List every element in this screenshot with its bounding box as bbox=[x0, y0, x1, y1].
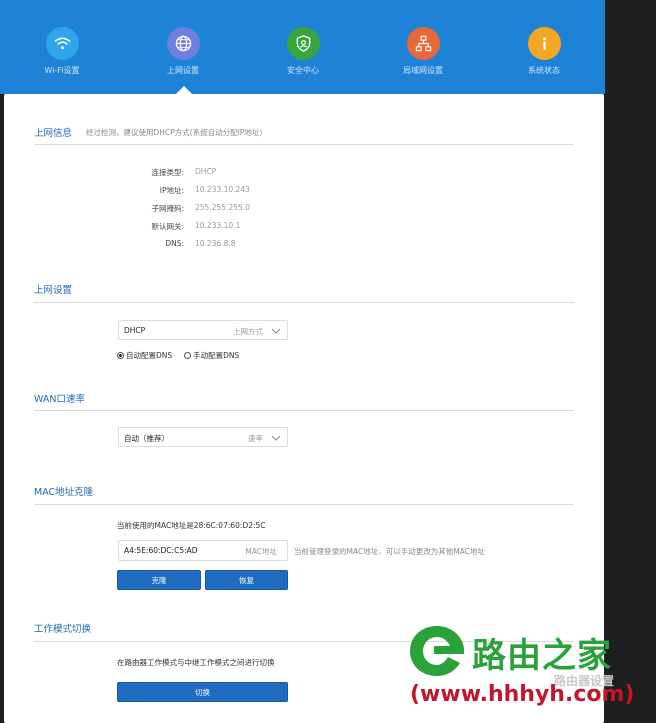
watermark-logo: 路由之家 路由器设置 (www.hhhyh.com) bbox=[404, 620, 656, 723]
info-value-dns: 10.236.8.8 bbox=[195, 239, 236, 248]
nav-item-security-center[interactable]: 安全中心 bbox=[258, 27, 348, 76]
mac-address-value: A4:5E:60:DC:C5:AD bbox=[124, 546, 198, 555]
info-label-dns: DNS: bbox=[165, 239, 184, 248]
chevron-down-icon bbox=[271, 435, 281, 441]
nav-item-system-status[interactable]: 系统状态 bbox=[499, 27, 589, 76]
dns-mode-group: 自动配置DNS 手动配置DNS bbox=[117, 350, 251, 361]
nav-label-lan: 局域网设置 bbox=[403, 66, 443, 75]
nav-label-security: 安全中心 bbox=[287, 66, 319, 75]
brand-logo-icon bbox=[410, 626, 464, 676]
nav-label-status: 系统状态 bbox=[528, 66, 560, 75]
wan-rate-select[interactable]: 自动（推荐） 速率 bbox=[118, 427, 288, 447]
dns-auto-label: 自动配置DNS bbox=[126, 351, 173, 360]
nav-item-internet-settings[interactable]: 上网设置 bbox=[138, 27, 228, 76]
work-mode-text: 在路由器工作模式与中继工作模式之间进行切换 bbox=[117, 658, 275, 667]
mac-address-hint: MAC地址 bbox=[245, 547, 277, 556]
globe-icon bbox=[166, 27, 200, 60]
wan-rate-hint: 速率 bbox=[248, 434, 263, 443]
info-value-ip: 10.233.10.243 bbox=[195, 185, 250, 194]
info-value-gateway: 10.233.10.1 bbox=[195, 221, 241, 230]
section-title-internet-info: 上网信息 bbox=[34, 128, 73, 139]
section-title-work-mode: 工作模式切换 bbox=[34, 624, 92, 635]
nav-label-wifi: Wi-Fi设置 bbox=[44, 66, 80, 75]
current-mac-text: 当前使用的MAC地址是28:6C:07:60:D2:5C bbox=[117, 521, 266, 530]
dns-auto-radio[interactable] bbox=[117, 352, 124, 359]
section-title-mac-clone: MAC地址克隆 bbox=[34, 487, 94, 498]
divider bbox=[34, 144, 574, 145]
dns-manual-radio[interactable] bbox=[184, 352, 192, 359]
divider bbox=[34, 410, 574, 411]
wifi-icon bbox=[45, 27, 79, 60]
network-icon bbox=[406, 27, 440, 60]
watermark-brand: 路由之家 bbox=[472, 636, 612, 676]
info-label-gateway: 默认网关: bbox=[151, 222, 184, 231]
mac-address-input[interactable]: A4:5E:60:DC:C5:AD MAC地址 bbox=[118, 540, 288, 561]
restore-button[interactable]: 恢复 bbox=[205, 570, 288, 590]
nav-item-lan-settings[interactable]: 局域网设置 bbox=[378, 27, 468, 76]
nav-label-internet: 上网设置 bbox=[167, 66, 199, 75]
internet-mode-hint: 上网方式 bbox=[233, 327, 263, 336]
top-nav-bar: Wi-Fi设置 上网设置 安全中心 局域网设置 系统状态 bbox=[0, 0, 605, 94]
section-title-internet-settings: 上网设置 bbox=[34, 285, 73, 296]
section-title-wan-rate: WAN口速率 bbox=[34, 394, 85, 405]
detection-note: 经过检测，建议使用DHCP方式(系统自动分配IP地址) bbox=[86, 128, 263, 137]
info-label-ip: IP地址: bbox=[159, 186, 184, 195]
info-label-subnet: 子网掩码: bbox=[151, 204, 184, 213]
switch-mode-button[interactable]: 切换 bbox=[117, 682, 288, 702]
active-nav-indicator bbox=[176, 86, 192, 94]
clone-button[interactable]: 克隆 bbox=[117, 570, 201, 590]
nav-item-wifi-settings[interactable]: Wi-Fi设置 bbox=[17, 27, 107, 76]
info-icon bbox=[527, 27, 561, 60]
divider bbox=[34, 504, 574, 505]
shield-icon bbox=[286, 27, 320, 60]
info-value-connection-type: DHCP bbox=[195, 167, 217, 176]
watermark-url: (www.hhhyh.com) bbox=[410, 682, 635, 707]
info-label-connection-type: 连接类型: bbox=[151, 168, 184, 177]
internet-mode-select[interactable]: DHCP 上网方式 bbox=[118, 320, 288, 340]
info-value-subnet: 255.255.255.0 bbox=[195, 203, 250, 212]
divider bbox=[34, 302, 574, 303]
dns-manual-label: 手动配置DNS bbox=[193, 351, 240, 360]
wan-rate-value: 自动（推荐） bbox=[124, 434, 169, 443]
chevron-down-icon bbox=[271, 328, 281, 334]
internet-mode-value: DHCP bbox=[124, 326, 146, 335]
mac-side-note: 当前管理登录的MAC地址，可以手动更改为其他MAC地址 bbox=[294, 547, 485, 556]
